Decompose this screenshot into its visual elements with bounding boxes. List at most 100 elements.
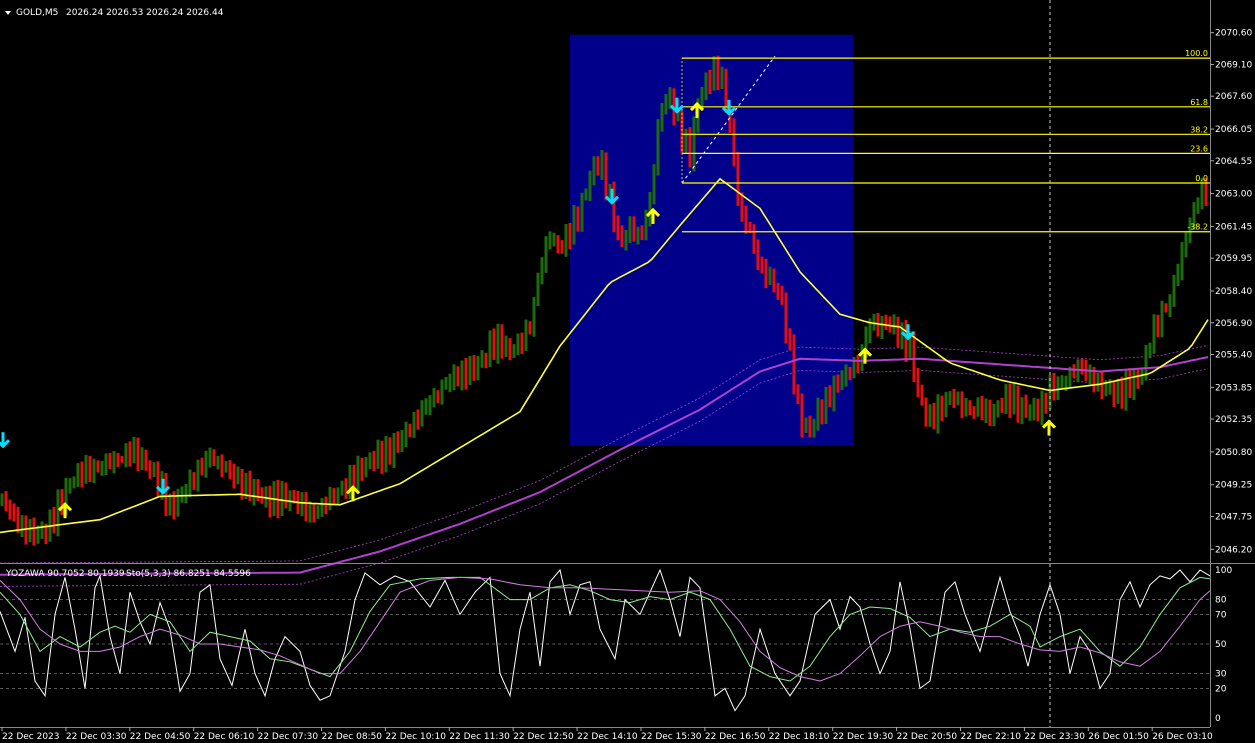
price-bar[interactable] — [112, 450, 116, 474]
price-bar[interactable] — [336, 487, 340, 506]
price-bar[interactable] — [692, 116, 696, 172]
price-bar[interactable] — [356, 455, 360, 494]
price-bar[interactable] — [396, 431, 400, 453]
price-bar[interactable] — [1156, 314, 1160, 338]
price-bar[interactable] — [1112, 380, 1116, 408]
price-bar[interactable] — [404, 421, 408, 447]
price-bar[interactable] — [772, 268, 776, 293]
price-bar[interactable] — [988, 399, 992, 427]
price-bar[interactable] — [128, 441, 132, 467]
price-bar[interactable] — [776, 282, 780, 300]
price-bar[interactable] — [1152, 314, 1156, 354]
price-bar[interactable] — [1000, 397, 1004, 413]
price-bar[interactable] — [220, 454, 224, 478]
price-bar[interactable] — [620, 225, 624, 248]
price-bar[interactable] — [720, 66, 724, 90]
price-bar[interactable] — [640, 225, 644, 240]
price-bar[interactable] — [572, 204, 576, 245]
price-bar[interactable] — [532, 297, 536, 337]
price-bar[interactable] — [248, 470, 252, 502]
price-bar[interactable] — [964, 397, 968, 417]
trading-chart[interactable]: 100.0 61.8 38.2 23.6 0.0 -38.2 2070.60 2069.10… — [0, 0, 1255, 743]
price-bar[interactable] — [600, 150, 604, 180]
price-bar[interactable] — [192, 472, 196, 490]
price-bar[interactable] — [780, 285, 784, 305]
price-bar[interactable] — [872, 313, 876, 331]
price-bar[interactable] — [980, 395, 984, 421]
price-bar[interactable] — [592, 156, 596, 186]
price-bar[interactable] — [124, 443, 128, 468]
price-bar[interactable] — [252, 478, 256, 506]
price-bar[interactable] — [788, 328, 792, 351]
price-bar[interactable] — [580, 192, 584, 232]
price-bar[interactable] — [400, 430, 404, 453]
price-bar[interactable] — [1148, 342, 1152, 359]
price-bar[interactable] — [828, 385, 832, 408]
price-bar[interactable] — [840, 370, 844, 390]
price-bar[interactable] — [308, 501, 312, 523]
price-bar[interactable] — [1160, 300, 1164, 338]
price-bar[interactable] — [684, 128, 688, 154]
price-bar[interactable] — [648, 192, 652, 227]
price-bar[interactable] — [164, 472, 168, 517]
price-bar[interactable] — [948, 391, 952, 405]
price-bar[interactable] — [920, 384, 924, 406]
price-bar[interactable] — [1056, 376, 1060, 401]
price-bar[interactable] — [756, 239, 760, 271]
price-bar[interactable] — [1060, 375, 1064, 389]
price-bar[interactable] — [40, 521, 44, 539]
price-bar[interactable] — [936, 394, 940, 434]
price-bar[interactable] — [932, 402, 936, 430]
price-bar[interactable] — [660, 103, 664, 132]
price-bar[interactable] — [564, 224, 568, 257]
price-bar[interactable] — [1012, 383, 1016, 415]
price-bar[interactable] — [436, 390, 440, 404]
price-bar[interactable] — [1196, 197, 1200, 214]
price-bar[interactable] — [120, 455, 124, 463]
price-bar[interactable] — [656, 119, 660, 176]
price-bar[interactable] — [140, 447, 144, 471]
price-bar[interactable] — [52, 507, 56, 534]
price-bar[interactable] — [540, 257, 544, 285]
price-bar[interactable] — [512, 344, 516, 359]
price-bar[interactable] — [452, 364, 456, 391]
price-bar[interactable] — [1116, 378, 1120, 404]
price-bar[interactable] — [268, 485, 272, 518]
price-bar[interactable] — [972, 406, 976, 419]
price-bar[interactable] — [216, 455, 220, 470]
price-bar[interactable] — [1028, 404, 1032, 421]
price-bar[interactable] — [212, 449, 216, 467]
price-bar[interactable] — [1172, 274, 1176, 307]
price-bar[interactable] — [688, 127, 692, 168]
price-bar[interactable] — [340, 480, 344, 496]
price-bar[interactable] — [1020, 397, 1024, 425]
price-bar[interactable] — [328, 486, 332, 511]
price-bar[interactable] — [304, 492, 308, 522]
price-bar[interactable] — [80, 461, 84, 488]
price-bar[interactable] — [1168, 294, 1172, 318]
price-bar[interactable] — [108, 452, 112, 470]
price-bar[interactable] — [1120, 376, 1124, 409]
price-bar[interactable] — [12, 503, 16, 522]
price-bar[interactable] — [72, 476, 76, 489]
price-bar[interactable] — [1132, 367, 1136, 401]
price-bar[interactable] — [24, 515, 28, 545]
price-bar[interactable] — [208, 447, 212, 468]
price-bar[interactable] — [284, 482, 288, 509]
price-bar[interactable] — [800, 393, 804, 438]
price-bar[interactable] — [916, 367, 920, 398]
price-bar[interactable] — [544, 236, 548, 273]
price-bar[interactable] — [520, 332, 524, 354]
price-bar[interactable] — [16, 506, 20, 533]
price-bar[interactable] — [1128, 368, 1132, 398]
price-bar[interactable] — [824, 387, 828, 424]
price-bar[interactable] — [928, 404, 932, 427]
price-bar[interactable] — [624, 229, 628, 251]
price-bar[interactable] — [76, 463, 80, 487]
price-bar[interactable] — [60, 489, 64, 515]
price-bar[interactable] — [376, 439, 380, 469]
price-bar[interactable] — [536, 272, 540, 307]
price-bar[interactable] — [1004, 384, 1008, 415]
price-bar[interactable] — [956, 391, 960, 406]
price-bar[interactable] — [456, 366, 460, 387]
